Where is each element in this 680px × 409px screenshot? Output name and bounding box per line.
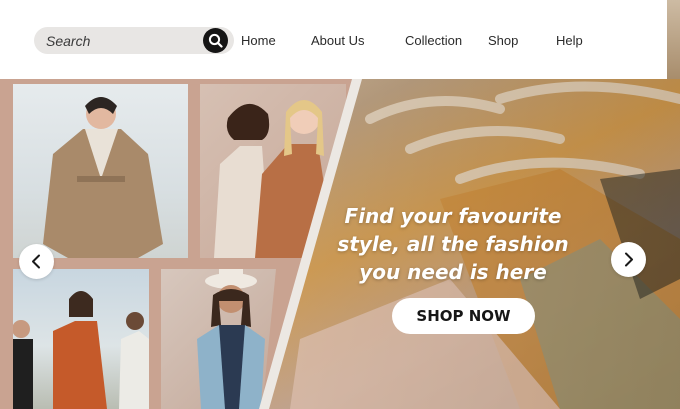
search-icon [208,33,223,48]
nav-help[interactable]: Help [556,33,583,48]
hero-headline-line-1: Find your favourite [344,204,562,228]
hero-headline-line-2: style, all the fashion [337,232,569,256]
chevron-right-icon [625,252,633,267]
shop-now-button[interactable]: SHOP NOW [392,298,535,334]
site-header: Home About Us Collection Shop Help [0,0,667,79]
hero-headline: Find your favourite style, all the fashi… [318,202,588,286]
search-input[interactable] [46,31,196,50]
nav-shop[interactable]: Shop [488,33,518,48]
nav-collection[interactable]: Collection [405,33,462,48]
carousel-next-button[interactable] [611,242,646,277]
nav-home[interactable]: Home [241,33,276,48]
nav-about-us[interactable]: About Us [311,33,364,48]
header-edge-photo [667,0,680,79]
chevron-left-icon [32,254,40,269]
hero-banner: Find your favourite style, all the fashi… [0,79,680,409]
search-button[interactable] [203,28,228,53]
photo-group-models [13,269,149,409]
photo-trench-coat-model [13,84,188,258]
carousel-prev-button[interactable] [19,244,54,279]
photo-hat-model [161,269,276,409]
hero-headline-line-3: you need is here [359,260,547,284]
